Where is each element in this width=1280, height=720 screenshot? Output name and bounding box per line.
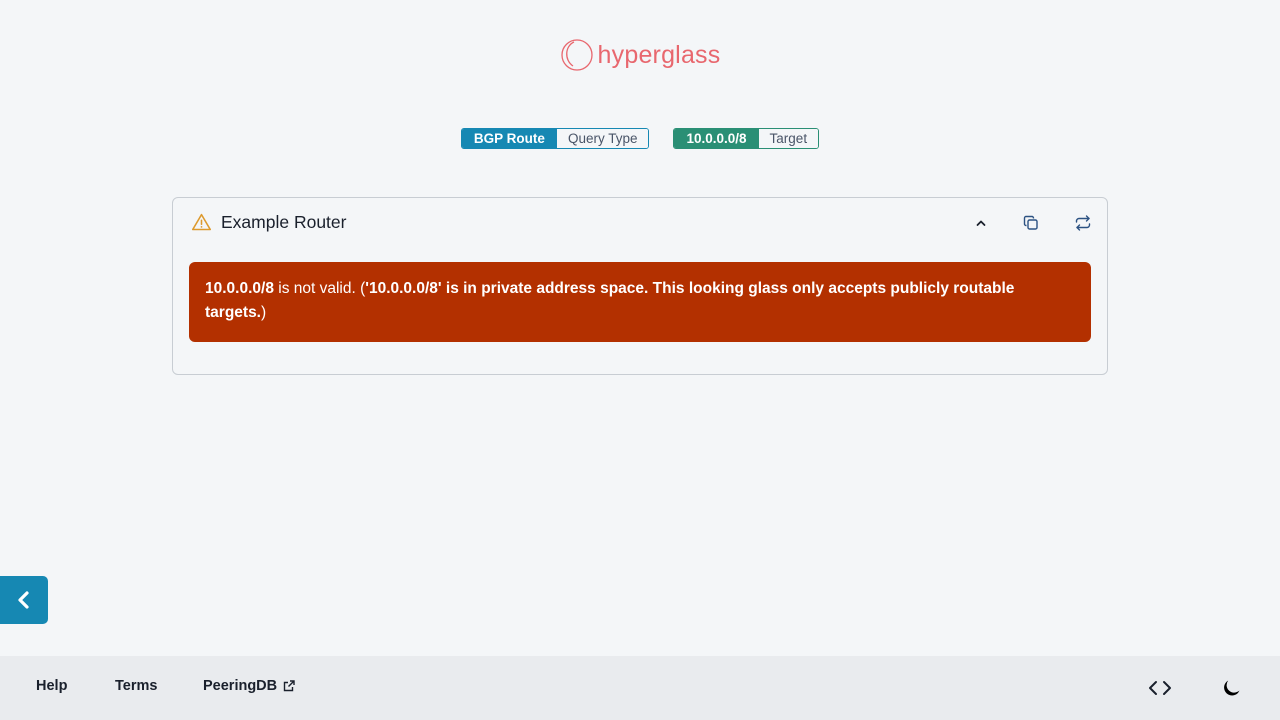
help-link[interactable]: Help bbox=[36, 678, 67, 694]
peeringdb-link[interactable]: PeeringDB bbox=[203, 678, 295, 694]
error-alert: 10.0.0.0/8 is not valid. ('10.0.0.0/8' i… bbox=[189, 262, 1091, 342]
copy-button[interactable] bbox=[1017, 209, 1045, 237]
error-middle: is not valid. ( bbox=[273, 280, 366, 297]
query-type-value: BGP Route bbox=[461, 129, 557, 148]
requery-button[interactable] bbox=[1069, 209, 1097, 237]
copy-icon bbox=[1023, 215, 1038, 230]
moon-icon bbox=[1224, 680, 1240, 696]
terms-link[interactable]: Terms bbox=[115, 678, 157, 694]
warning-icon bbox=[191, 213, 212, 231]
hyperglass-logo-icon bbox=[560, 39, 593, 71]
query-type-tag: BGP Route Query Type bbox=[460, 128, 650, 149]
collapse-button[interactable] bbox=[967, 209, 995, 237]
target-tag: 10.0.0.0/8 Target bbox=[673, 128, 820, 149]
result-card: Example Router 10.0.0.0/8 is not valid. … bbox=[172, 197, 1108, 375]
requery-icon bbox=[1075, 215, 1091, 231]
chevron-up-icon bbox=[976, 220, 986, 226]
query-summary: BGP Route Query Type 10.0.0.0/8 Target bbox=[0, 128, 1280, 149]
back-button[interactable] bbox=[0, 576, 48, 624]
external-link-icon bbox=[283, 680, 295, 692]
error-end: ) bbox=[261, 304, 267, 321]
color-mode-button[interactable] bbox=[1219, 676, 1245, 700]
chevron-left-icon bbox=[18, 591, 29, 609]
logo-text: hyperglass bbox=[597, 40, 721, 69]
query-type-label: Query Type bbox=[556, 129, 649, 148]
footer: Help Terms PeeringDB bbox=[0, 656, 1280, 720]
code-icon bbox=[1149, 681, 1171, 695]
error-target: 10.0.0.0/8 bbox=[205, 280, 274, 297]
router-name: Example Router bbox=[221, 212, 347, 232]
code-button[interactable] bbox=[1147, 676, 1173, 700]
peeringdb-label: PeeringDB bbox=[203, 678, 278, 694]
target-label: Target bbox=[758, 129, 819, 148]
target-value: 10.0.0.0/8 bbox=[674, 129, 759, 148]
result-header[interactable]: Example Router bbox=[173, 198, 1107, 248]
logo[interactable]: hyperglass bbox=[0, 38, 1280, 72]
